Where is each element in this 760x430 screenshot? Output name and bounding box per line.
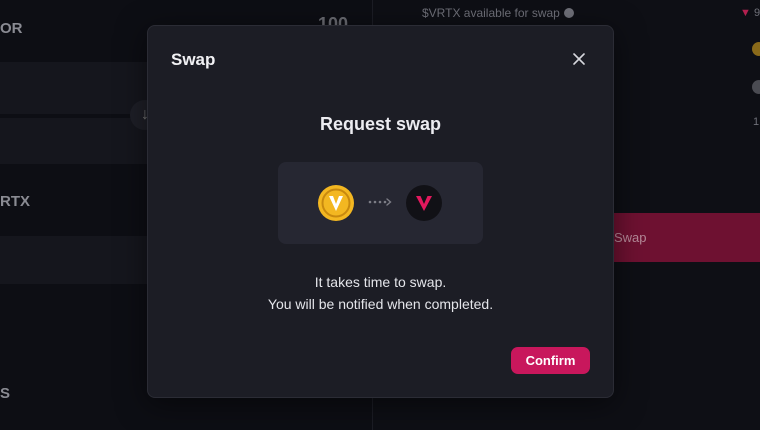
gold-coin-icon (752, 42, 760, 56)
token-icon (752, 80, 760, 94)
message-line: It takes time to swap. (314, 274, 447, 290)
info-icon[interactable] (563, 8, 574, 18)
background-section-label: S (0, 385, 11, 402)
arrow-right-icon (368, 195, 392, 209)
confirm-button[interactable]: Confirm (511, 347, 590, 374)
vertex-gold-coin-icon (318, 185, 354, 221)
message-line: You will be notified when completed. (267, 296, 494, 312)
edge-value: 1 (753, 116, 760, 128)
background-token-label: OR (0, 20, 23, 37)
swap-token-card (278, 162, 483, 244)
available-for-swap-label: $VRTX available for swap (422, 6, 574, 20)
background-token-label: RTX (0, 193, 30, 210)
modal-subtitle: Request swap (319, 114, 442, 134)
edge-value: 9 (754, 7, 760, 19)
swap-info-message: It takes time to swap. You will be notif… (148, 271, 613, 315)
modal-title: Swap (171, 50, 216, 69)
vertex-red-logo-icon (406, 185, 442, 221)
background-swap-button-label: Swap (614, 230, 647, 245)
close-icon[interactable] (571, 51, 587, 67)
available-text: $VRTX available for swap (422, 6, 560, 20)
vertex-edge-icon: ▼ (740, 7, 751, 19)
swap-modal: Swap Request swap It takes time to swap.… (147, 25, 614, 398)
